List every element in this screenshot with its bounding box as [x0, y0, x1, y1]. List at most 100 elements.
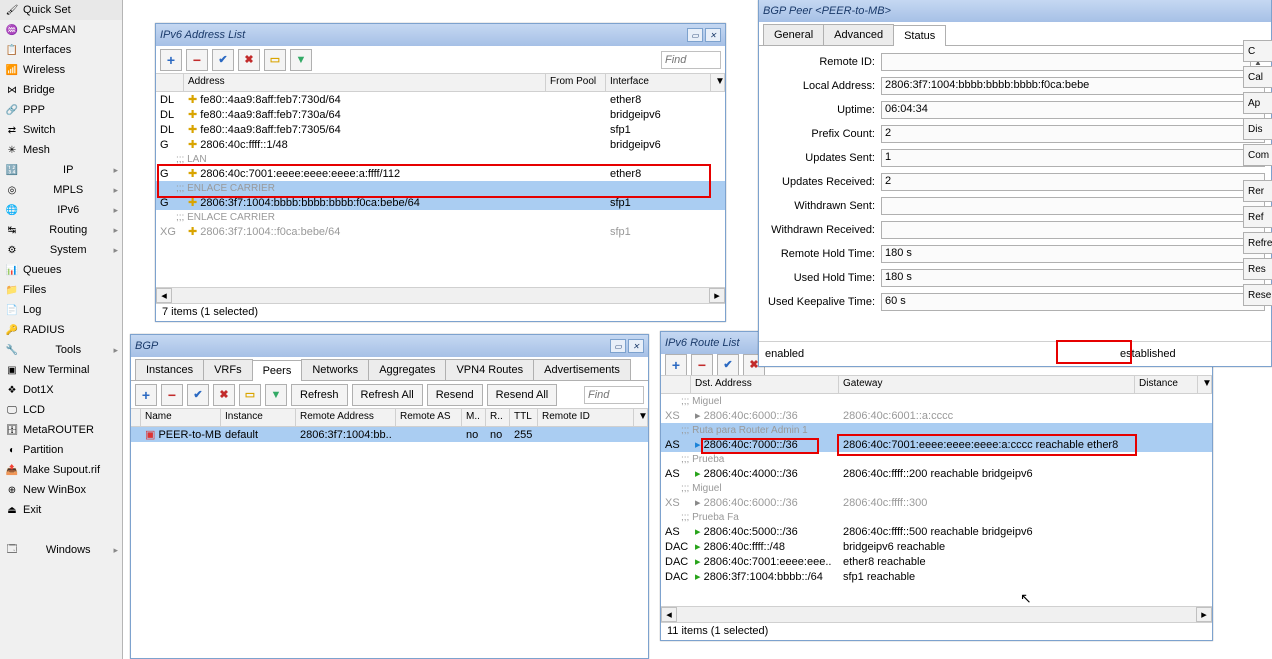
tab-networks[interactable]: Networks — [301, 359, 369, 380]
tab-vpn4-routes[interactable]: VPN4 Routes — [445, 359, 534, 380]
sidebar-item-queues[interactable]: 📊Queues — [0, 260, 122, 280]
side-button[interactable]: C — [1243, 40, 1272, 62]
add-button[interactable]: + — [665, 354, 687, 376]
sidebar-item-interfaces[interactable]: 📋Interfaces — [0, 40, 122, 60]
side-button[interactable]: Dis — [1243, 118, 1272, 140]
disable-button[interactable]: ✖ — [238, 49, 260, 71]
table-row[interactable]: DL✚ fe80::4aa9:8aff:feb7:7305/64sfp1 — [156, 122, 725, 137]
table-row[interactable]: XG✚ 2806:3f7:1004::f0ca:bebe/64sfp1 — [156, 224, 725, 239]
close-icon[interactable]: ✕ — [705, 28, 721, 42]
col-dst[interactable]: Dst. Address — [691, 376, 839, 393]
sidebar-item-lcd[interactable]: 🖵LCD — [0, 400, 122, 420]
row-comment[interactable]: ;;; Miguel — [661, 481, 1212, 495]
window-titlebar[interactable]: BGP Peer <PEER-to-MB> — [759, 0, 1271, 22]
grid-body[interactable]: DL✚ fe80::4aa9:8aff:feb7:730d/64ether8DL… — [156, 92, 725, 287]
side-button[interactable]: Res — [1243, 258, 1272, 280]
table-row[interactable]: G✚ 2806:3f7:1004:bbbb:bbbb:bbbb:f0ca:beb… — [156, 195, 725, 210]
sidebar-item-bridge[interactable]: ⋈Bridge — [0, 80, 122, 100]
find-input[interactable] — [584, 386, 644, 404]
side-button[interactable]: Rer — [1243, 180, 1272, 202]
refresh-all-button[interactable]: Refresh All — [352, 384, 423, 406]
row-comment[interactable]: ;;; Miguel — [661, 394, 1212, 408]
grid-header[interactable]: Name Instance Remote Address Remote AS M… — [131, 409, 648, 427]
sidebar-item-system[interactable]: ⚙System▸ — [0, 240, 122, 260]
row-comment[interactable]: ;;; LAN — [156, 152, 725, 166]
tab-instances[interactable]: Instances — [135, 359, 204, 380]
row-comment[interactable]: ;;; Prueba Fa — [661, 510, 1212, 524]
sidebar-item-windows[interactable]: 🗔Windows▸ — [0, 540, 122, 560]
comment-button[interactable]: ▭ — [239, 384, 261, 406]
sidebar-item-mpls[interactable]: ◎MPLS▸ — [0, 180, 122, 200]
comment-button[interactable]: ▭ — [264, 49, 286, 71]
grid-header[interactable]: Address From Pool Interface ▼ — [156, 74, 725, 92]
close-icon[interactable]: ✕ — [628, 339, 644, 353]
h-scrollbar[interactable]: ◂▸ — [156, 287, 725, 303]
table-row[interactable]: AS▸ 2806:40c:5000::/362806:40c:ffff::500… — [661, 524, 1212, 539]
sidebar-item-radius[interactable]: 🔑RADIUS — [0, 320, 122, 340]
col-distance[interactable]: Distance — [1135, 376, 1198, 393]
h-scrollbar[interactable]: ◂▸ — [661, 606, 1212, 622]
table-row[interactable]: XS▸ 2806:40c:6000::/362806:40c:6001::a:c… — [661, 408, 1212, 423]
refresh-button[interactable]: Refresh — [291, 384, 348, 406]
col-remote-id[interactable]: Remote ID — [538, 409, 634, 426]
side-button[interactable]: Com — [1243, 144, 1272, 166]
grid-header[interactable]: Dst. Address Gateway Distance ▼ — [661, 376, 1212, 394]
col-gateway[interactable]: Gateway — [839, 376, 1135, 393]
table-row[interactable]: ▣ PEER-to-MBdefault2806:3f7:1004:bb..non… — [131, 427, 648, 442]
sidebar-item-capsman[interactable]: ♒CAPsMAN — [0, 20, 122, 40]
tab-vrfs[interactable]: VRFs — [203, 359, 253, 380]
sidebar-item-make-supout.rif[interactable]: 📤Make Supout.rif — [0, 460, 122, 480]
table-row[interactable]: DAC▸ 2806:40c:ffff::/48bridgeipv6 reacha… — [661, 539, 1212, 554]
sidebar-item-switch[interactable]: ⇄Switch — [0, 120, 122, 140]
col-interface[interactable]: Interface — [606, 74, 711, 91]
col-frompool[interactable]: From Pool — [546, 74, 606, 91]
col-remote-addr[interactable]: Remote Address — [296, 409, 396, 426]
row-comment[interactable]: ;;; ENLACE CARRIER — [156, 181, 725, 195]
remove-button[interactable]: − — [186, 49, 208, 71]
resend-button[interactable]: Resend — [427, 384, 483, 406]
row-comment[interactable]: ;;; Prueba — [661, 452, 1212, 466]
col-m[interactable]: M.. — [462, 409, 486, 426]
sidebar-item-blank[interactable] — [0, 520, 122, 540]
col-instance[interactable]: Instance — [221, 409, 296, 426]
col-r[interactable]: R.. — [486, 409, 510, 426]
grid-body[interactable]: ▣ PEER-to-MBdefault2806:3f7:1004:bb..non… — [131, 427, 648, 658]
table-row[interactable]: DL✚ fe80::4aa9:8aff:feb7:730a/64bridgeip… — [156, 107, 725, 122]
side-button[interactable]: Ap — [1243, 92, 1272, 114]
table-row[interactable]: XS▸ 2806:40c:6000::/362806:40c:ffff::300 — [661, 495, 1212, 510]
side-button[interactable]: Refre — [1243, 232, 1272, 254]
side-button[interactable]: Rese — [1243, 284, 1272, 306]
enable-button[interactable]: ✔ — [187, 384, 209, 406]
add-button[interactable]: + — [135, 384, 157, 406]
enable-button[interactable]: ✔ — [212, 49, 234, 71]
side-button[interactable]: Ref — [1243, 206, 1272, 228]
table-row[interactable]: AS▸ 2806:40c:7000::/362806:40c:7001:eeee… — [661, 437, 1212, 452]
enable-button[interactable]: ✔ — [717, 354, 739, 376]
sidebar-item-exit[interactable]: ⏏Exit — [0, 500, 122, 520]
sidebar-item-partition[interactable]: ◐Partition — [0, 440, 122, 460]
col-remote-as[interactable]: Remote AS — [396, 409, 462, 426]
resend-all-button[interactable]: Resend All — [487, 384, 558, 406]
filter-button[interactable]: ▼ — [265, 384, 287, 406]
disable-button[interactable]: ✖ — [213, 384, 235, 406]
table-row[interactable]: DL✚ fe80::4aa9:8aff:feb7:730d/64ether8 — [156, 92, 725, 107]
table-row[interactable]: G✚ 2806:40c:7001:eeee:eeee:eeee:a:ffff/1… — [156, 166, 725, 181]
sidebar-item-routing[interactable]: ↹Routing▸ — [0, 220, 122, 240]
tab-aggregates[interactable]: Aggregates — [368, 359, 446, 380]
sidebar-item-new-terminal[interactable]: ▣New Terminal — [0, 360, 122, 380]
window-titlebar[interactable]: BGP ▭ ✕ — [131, 335, 648, 357]
tab-general[interactable]: General — [763, 24, 824, 45]
col-address[interactable]: Address — [184, 74, 546, 91]
sidebar-item-dot1x[interactable]: ❖Dot1X — [0, 380, 122, 400]
sidebar-item-tools[interactable]: 🔧Tools▸ — [0, 340, 122, 360]
grid-body[interactable]: ;;; MiguelXS▸ 2806:40c:6000::/362806:40c… — [661, 394, 1212, 606]
col-name[interactable]: Name — [141, 409, 221, 426]
tab-peers[interactable]: Peers — [252, 360, 303, 381]
sidebar-item-mesh[interactable]: ✳Mesh — [0, 140, 122, 160]
sidebar-item-new-winbox[interactable]: ⊕New WinBox — [0, 480, 122, 500]
find-input[interactable] — [661, 51, 721, 69]
table-row[interactable]: DAC▸ 2806:3f7:1004:bbbb::/64sfp1 reachab… — [661, 569, 1212, 584]
sidebar-item-quick-set[interactable]: 🖌Quick Set — [0, 0, 122, 20]
sidebar-item-wireless[interactable]: 📶Wireless — [0, 60, 122, 80]
minimize-icon[interactable]: ▭ — [610, 339, 626, 353]
